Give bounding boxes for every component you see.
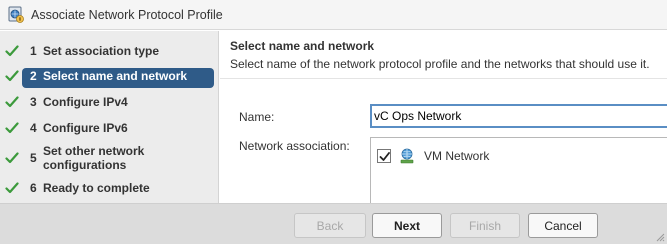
dialog-title: Associate Network Protocol Profile [31, 7, 223, 22]
page-description: Select name of the network protocol prof… [230, 57, 650, 71]
step-label: Ready to complete [43, 181, 150, 195]
network-protocol-profile-icon [8, 6, 24, 23]
step-label: Set association type [43, 44, 160, 58]
check-icon [5, 152, 19, 164]
step-label: Configure IPv6 [43, 121, 128, 135]
network-icon [400, 148, 414, 164]
step-label: Set other network configurations [43, 144, 144, 172]
vm-network-checkbox[interactable] [377, 149, 391, 163]
back-button[interactable]: Back [294, 213, 366, 238]
dialog-titlebar: Associate Network Protocol Profile [0, 0, 667, 30]
step-label: Configure IPv4 [43, 95, 128, 109]
step-set-other-network-configurations[interactable]: 5 Set other network configurations [0, 144, 219, 172]
step-number: 3 [30, 95, 37, 109]
name-label: Name: [239, 110, 275, 124]
header-divider [220, 78, 667, 79]
finish-button[interactable]: Finish [450, 213, 520, 238]
name-input[interactable] [370, 104, 667, 128]
step-number: 4 [30, 121, 37, 135]
check-icon [5, 45, 19, 57]
next-button[interactable]: Next [372, 213, 442, 238]
wizard-content: Select name and network Select name of t… [220, 31, 667, 207]
network-association-label: Network association: [239, 139, 350, 153]
step-number: 2 [30, 69, 37, 83]
step-configure-ipv6[interactable]: 4 Configure IPv6 [0, 121, 219, 135]
step-label: Select name and network [43, 69, 188, 83]
step-number: 1 [30, 44, 37, 58]
cancel-button[interactable]: Cancel [528, 213, 598, 238]
checkmark-icon [379, 152, 390, 161]
check-icon [5, 182, 19, 194]
check-icon [5, 122, 19, 134]
check-icon [5, 70, 19, 82]
network-label: VM Network [424, 149, 490, 163]
step-label-line: configurations [43, 158, 127, 172]
wizard-steps-sidebar: 1 Set association type 2 Select name and… [0, 31, 219, 203]
network-association-list[interactable]: VM Network [370, 137, 667, 207]
step-number: 5 [30, 151, 37, 165]
step-number: 6 [30, 181, 37, 195]
page-title: Select name and network [230, 39, 375, 53]
check-icon [5, 96, 19, 108]
list-item[interactable]: VM Network [377, 148, 489, 164]
step-select-name-and-network[interactable]: 2 Select name and network [0, 68, 219, 88]
step-label-line: Set other network [43, 144, 145, 158]
step-set-association-type[interactable]: 1 Set association type [0, 44, 219, 58]
step-configure-ipv4[interactable]: 3 Configure IPv4 [0, 95, 219, 109]
resize-grip-icon[interactable] [655, 232, 665, 242]
dialog-footer: Back Next Finish Cancel [0, 203, 667, 244]
step-ready-to-complete[interactable]: 6 Ready to complete [0, 181, 219, 195]
